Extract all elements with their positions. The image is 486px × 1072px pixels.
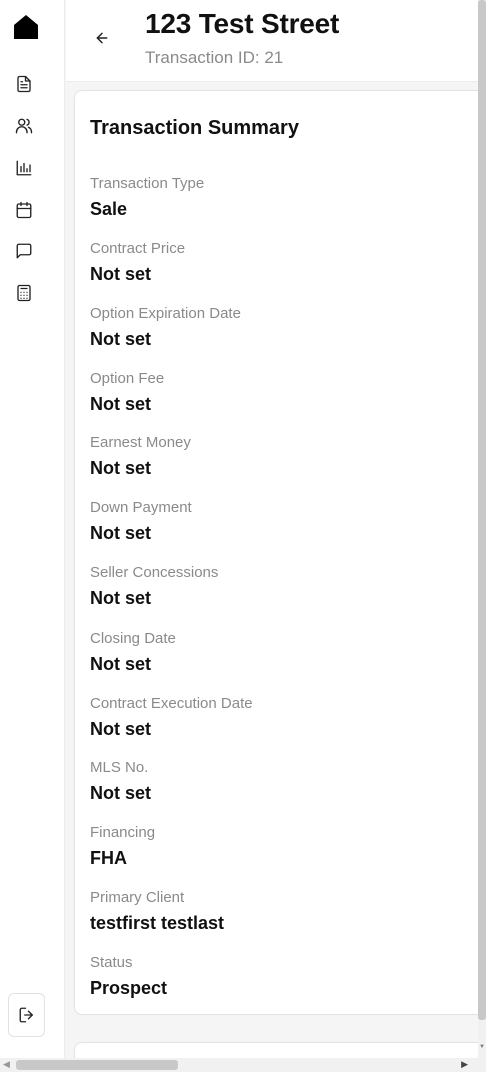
arrow-left-icon (94, 30, 110, 46)
field-value: Not set (90, 588, 152, 608)
field-value: Not set (90, 394, 152, 414)
horizontal-scrollbar[interactable]: ◀ ▶ (0, 1058, 486, 1072)
transaction-id: Transaction ID: 21 (145, 48, 284, 67)
scroll-left-arrow-icon[interactable]: ◀ (3, 1059, 10, 1070)
horizontal-scroll-thumb[interactable] (16, 1060, 178, 1070)
field-label: MLS No. (90, 759, 149, 776)
field-label: Option Expiration Date (90, 305, 241, 322)
field-label: Option Fee (90, 370, 165, 387)
field-value: Not set (90, 654, 152, 674)
field-label: Primary Client (90, 889, 185, 906)
field-label: Transaction Type (90, 175, 205, 192)
card-title: Transaction Summary (90, 117, 299, 139)
logout-button[interactable] (8, 993, 45, 1037)
sidebar (0, 0, 65, 1058)
home-logo-icon[interactable] (13, 14, 39, 40)
field-label: Closing Date (90, 630, 176, 647)
field-option-expiration-date: Option Expiration Date Not set (90, 304, 470, 351)
field-label: Financing (90, 824, 156, 841)
scroll-down-arrow-icon[interactable]: ▼ (479, 1044, 485, 1050)
field-financing: Financing FHA (90, 823, 470, 870)
field-value: Sale (90, 199, 128, 219)
app-root: 123 Test Street Transaction ID: 21 Trans… (0, 0, 486, 1072)
bar-chart-icon[interactable] (14, 158, 34, 178)
field-mls-no: MLS No. Not set (90, 758, 470, 805)
field-value: Prospect (90, 978, 168, 998)
field-label: Earnest Money (90, 434, 191, 451)
field-value: Not set (90, 783, 152, 803)
document-icon[interactable] (14, 74, 34, 94)
field-label: Contract Execution Date (90, 695, 253, 712)
field-contract-price: Contract Price Not set (90, 239, 470, 286)
field-value: Not set (90, 523, 152, 543)
field-label: Down Payment (90, 499, 192, 516)
message-icon[interactable] (14, 241, 34, 261)
field-status: Status Prospect (90, 953, 470, 1000)
field-label: Seller Concessions (90, 564, 219, 581)
field-value: Not set (90, 458, 152, 478)
field-value: testfirst testlast (90, 913, 225, 933)
logout-icon (18, 1006, 36, 1024)
field-down-payment: Down Payment Not set (90, 498, 470, 545)
back-button[interactable] (92, 28, 112, 48)
users-icon[interactable] (14, 116, 34, 136)
field-contract-execution-date: Contract Execution Date Not set (90, 694, 470, 741)
page-title: 123 Test Street (145, 8, 340, 39)
field-value: Not set (90, 329, 152, 349)
field-earnest-money: Earnest Money Not set (90, 433, 470, 480)
field-label: Status (90, 954, 133, 971)
vertical-scroll-thumb[interactable] (478, 0, 486, 1020)
calculator-icon[interactable] (14, 283, 34, 303)
vertical-scrollbar[interactable]: ▼ (478, 0, 486, 1058)
field-option-fee: Option Fee Not set (90, 369, 470, 416)
field-closing-date: Closing Date Not set (90, 629, 470, 676)
field-value: FHA (90, 848, 127, 868)
field-value: Not set (90, 719, 152, 739)
field-label: Contract Price (90, 240, 186, 257)
field-transaction-type: Transaction Type Sale (90, 174, 470, 221)
transaction-summary-card: Transaction Summary Transaction Type Sal… (74, 90, 486, 1015)
scroll-right-arrow-icon[interactable]: ▶ (461, 1059, 468, 1070)
field-primary-client: Primary Client testfirst testlast (90, 888, 470, 935)
field-seller-concessions: Seller Concessions Not set (90, 563, 470, 610)
field-value: Not set (90, 264, 152, 284)
calendar-icon[interactable] (14, 200, 34, 220)
page-header: 123 Test Street Transaction ID: 21 (66, 0, 486, 82)
